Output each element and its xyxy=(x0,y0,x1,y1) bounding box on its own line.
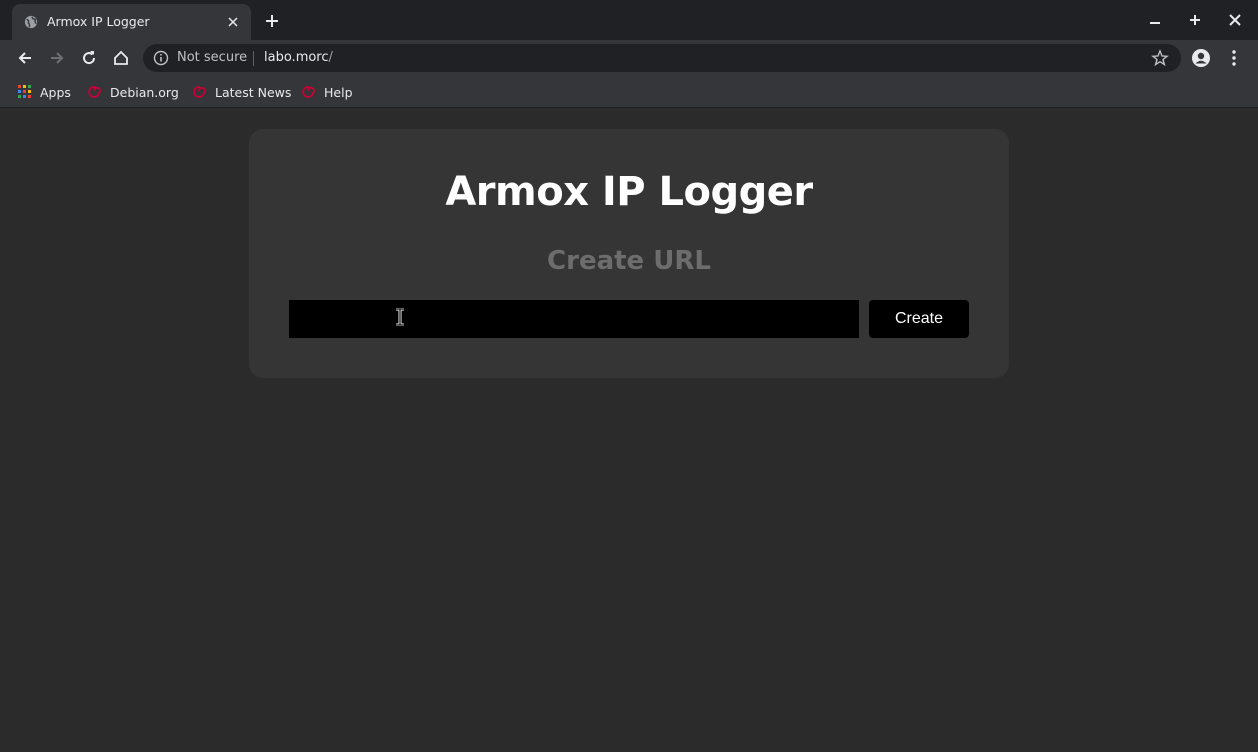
create-button[interactable]: Create xyxy=(869,300,969,338)
globe-icon xyxy=(24,15,38,29)
address-bar[interactable]: Not secure labo.morc/ xyxy=(143,44,1181,72)
bookmark-label: Apps xyxy=(40,84,71,100)
minimize-icon[interactable] xyxy=(1145,10,1165,30)
reload-icon[interactable] xyxy=(79,48,99,68)
home-icon[interactable] xyxy=(111,48,131,68)
url-text[interactable]: labo.morc/ xyxy=(264,50,333,65)
page-subtitle: Create URL xyxy=(547,246,711,276)
bookmark-label: Help xyxy=(324,84,353,100)
bookmark-label: Latest News xyxy=(215,84,292,100)
bookmark-debian-org[interactable]: Debian.org xyxy=(86,82,179,102)
omnibox-divider xyxy=(253,51,254,66)
profile-icon[interactable] xyxy=(1191,48,1211,68)
close-tab-icon[interactable] xyxy=(225,14,241,30)
url-input[interactable] xyxy=(289,300,859,338)
tab-strip: Armox IP Logger xyxy=(0,0,1258,40)
bookmark-apps[interactable]: Apps xyxy=(18,82,71,102)
bookmarks-bar: Apps Debian.org Latest News Help xyxy=(0,76,1258,108)
browser-toolbar: Not secure labo.morc/ xyxy=(0,40,1258,76)
security-status: Not secure xyxy=(177,50,248,65)
url-creator-card: Armox IP Logger Create URL Create xyxy=(249,129,1009,378)
url-path: / xyxy=(328,50,333,65)
new-tab-icon[interactable] xyxy=(262,11,282,31)
text-cursor-icon xyxy=(396,308,404,326)
info-icon[interactable] xyxy=(153,50,169,66)
page-content: Armox IP Logger Create URL Create xyxy=(0,109,1258,752)
bookmark-star-icon[interactable] xyxy=(1151,49,1169,67)
tab-title: Armox IP Logger xyxy=(47,14,150,29)
debian-swirl-icon xyxy=(302,86,315,98)
close-window-icon[interactable] xyxy=(1225,10,1245,30)
menu-kebab-icon[interactable] xyxy=(1224,48,1244,68)
back-icon[interactable] xyxy=(15,48,35,68)
forward-icon[interactable] xyxy=(47,48,67,68)
debian-swirl-icon xyxy=(88,86,101,98)
page-title: Armox IP Logger xyxy=(445,169,813,215)
url-host: labo.morc xyxy=(264,50,329,65)
debian-swirl-icon xyxy=(193,86,206,98)
maximize-icon[interactable] xyxy=(1185,10,1205,30)
bookmark-help[interactable]: Help xyxy=(300,82,353,102)
bookmark-latest-news[interactable]: Latest News xyxy=(191,82,291,102)
apps-grid-icon xyxy=(18,85,31,98)
bookmark-label: Debian.org xyxy=(110,84,179,100)
browser-tab[interactable]: Armox IP Logger xyxy=(12,4,251,40)
